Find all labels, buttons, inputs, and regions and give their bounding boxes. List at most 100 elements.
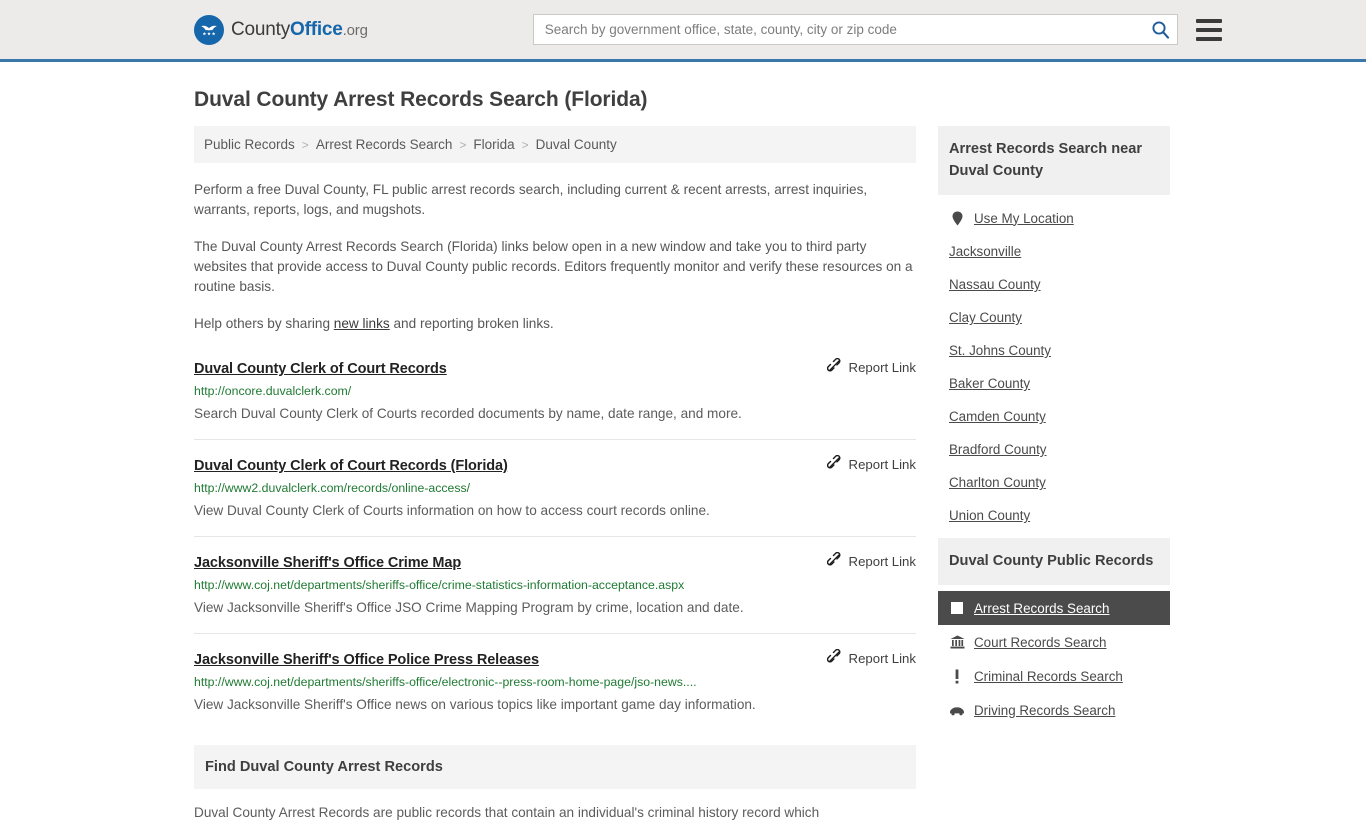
result-header: Jacksonville Sheriff's Office Police Pre… bbox=[194, 648, 916, 668]
report-link-button[interactable]: Report Link bbox=[826, 648, 916, 667]
brand-part-org: .org bbox=[342, 21, 368, 39]
sidebar-nearby-title: Arrest Records Search near Duval County bbox=[938, 126, 1170, 195]
search-bar bbox=[532, 14, 1178, 45]
sidebar-item-nassau-county[interactable]: Nassau County bbox=[938, 268, 1170, 301]
sidebar-item-label: Camden County bbox=[949, 409, 1046, 424]
sidebar-item-bradford-county[interactable]: Bradford County bbox=[938, 433, 1170, 466]
sidebar-item-arrest-records-search[interactable]: Arrest Records Search bbox=[938, 591, 1170, 625]
result-description: Search Duval County Clerk of Courts reco… bbox=[194, 406, 742, 421]
breadcrumb-separator: > bbox=[301, 137, 309, 152]
report-link-label: Report Link bbox=[848, 650, 916, 666]
result-title-link[interactable]: Duval County Clerk of Court Records (Flo… bbox=[194, 458, 508, 474]
sidebar-item-jacksonville[interactable]: Jacksonville bbox=[938, 235, 1170, 268]
sidebar-item-label: St. Johns County bbox=[949, 343, 1051, 358]
sidebar-item-st-johns-county[interactable]: St. Johns County bbox=[938, 334, 1170, 367]
report-link-label: Report Link bbox=[848, 456, 916, 472]
search-input[interactable] bbox=[532, 14, 1178, 45]
result-header: Jacksonville Sheriff's Office Crime Map … bbox=[194, 551, 916, 571]
brand-part-county: County bbox=[231, 18, 291, 40]
sidebar-item-label: Use My Location bbox=[974, 210, 1074, 226]
sidebar-item-label: Clay County bbox=[949, 310, 1022, 325]
intro-paragraph-3: Help others by sharing new links and rep… bbox=[194, 314, 916, 334]
hamburger-bar bbox=[1195, 27, 1222, 32]
brand-part-office: Office bbox=[290, 18, 343, 40]
result-description: View Duval County Clerk of Courts inform… bbox=[194, 503, 710, 518]
report-link-button[interactable]: Report Link bbox=[826, 551, 916, 570]
main-column: Public Records > Arrest Records Search >… bbox=[194, 126, 916, 823]
sidebar-item-charlton-county[interactable]: Charlton County bbox=[938, 466, 1170, 499]
sidebar-public-records-list: Arrest Records Search Court Records Sear… bbox=[938, 585, 1170, 727]
result-title-link[interactable]: Jacksonville Sheriff's Office Police Pre… bbox=[194, 652, 539, 668]
result-item: Duval County Clerk of Court Records Repo… bbox=[194, 357, 916, 440]
sidebar-public-records-title: Duval County Public Records bbox=[938, 538, 1170, 585]
eagle-seal-icon bbox=[194, 14, 224, 45]
result-description: View Jacksonville Sheriff's Office news … bbox=[194, 697, 756, 712]
broken-link-icon bbox=[826, 551, 842, 570]
result-header: Duval County Clerk of Court Records (Flo… bbox=[194, 454, 916, 474]
exclamation-icon bbox=[949, 668, 965, 684]
sidebar-item-label: Charlton County bbox=[949, 475, 1046, 490]
sidebar-item-driving-records-search[interactable]: Driving Records Search bbox=[938, 693, 1170, 727]
breadcrumb: Public Records > Arrest Records Search >… bbox=[194, 126, 916, 163]
result-description: View Jacksonville Sheriff's Office JSO C… bbox=[194, 600, 744, 615]
result-header: Duval County Clerk of Court Records Repo… bbox=[194, 357, 916, 377]
find-records-heading: Find Duval County Arrest Records bbox=[194, 745, 916, 789]
result-item: Jacksonville Sheriff's Office Crime Map … bbox=[194, 551, 916, 634]
new-links-link[interactable]: new links bbox=[334, 316, 390, 331]
courthouse-icon bbox=[949, 634, 965, 650]
result-title-link[interactable]: Duval County Clerk of Court Records bbox=[194, 361, 447, 377]
report-link-label: Report Link bbox=[848, 359, 916, 375]
page-title: Duval County Arrest Records Search (Flor… bbox=[194, 88, 648, 111]
result-url[interactable]: http://www2.duvalclerk.com/records/onlin… bbox=[194, 481, 916, 496]
sidebar-item-label: Baker County bbox=[949, 376, 1031, 391]
sidebar-item-camden-county[interactable]: Camden County bbox=[938, 400, 1170, 433]
hamburger-menu-icon[interactable] bbox=[1195, 18, 1222, 41]
breadcrumb-separator: > bbox=[521, 137, 529, 152]
sidebar-card-nearby: Arrest Records Search near Duval County … bbox=[938, 126, 1170, 532]
site-header: CountyOffice.org bbox=[0, 0, 1366, 62]
sidebar-item-use-my-location[interactable]: Use My Location bbox=[938, 201, 1170, 235]
broken-link-icon bbox=[826, 454, 842, 473]
report-link-button[interactable]: Report Link bbox=[826, 357, 916, 376]
broken-link-icon bbox=[826, 357, 842, 376]
sidebar-item-label: Bradford County bbox=[949, 442, 1047, 457]
breadcrumb-item-public-records[interactable]: Public Records bbox=[204, 137, 295, 152]
result-url[interactable]: http://oncore.duvalclerk.com/ bbox=[194, 384, 916, 399]
result-title-link[interactable]: Jacksonville Sheriff's Office Crime Map bbox=[194, 555, 461, 571]
result-item: Duval County Clerk of Court Records (Flo… bbox=[194, 454, 916, 537]
result-url[interactable]: http://www.coj.net/departments/sheriffs-… bbox=[194, 578, 916, 593]
breadcrumb-item-arrest-records-search[interactable]: Arrest Records Search bbox=[316, 137, 453, 152]
result-item: Jacksonville Sheriff's Office Police Pre… bbox=[194, 648, 916, 730]
sidebar-item-criminal-records-search[interactable]: Criminal Records Search bbox=[938, 659, 1170, 693]
sidebar-item-label: Court Records Search bbox=[974, 634, 1107, 650]
intro-text: Perform a free Duval County, FL public a… bbox=[194, 180, 916, 334]
find-records-body: Duval County Arrest Records are public r… bbox=[194, 805, 820, 820]
hamburger-bar bbox=[1195, 18, 1222, 23]
content-columns: Public Records > Arrest Records Search >… bbox=[194, 126, 1172, 823]
map-pin-icon bbox=[949, 210, 965, 226]
report-link-button[interactable]: Report Link bbox=[826, 454, 916, 473]
breadcrumb-item-duval-county[interactable]: Duval County bbox=[536, 137, 617, 152]
intro-p3-before: Help others by sharing bbox=[194, 316, 334, 331]
car-icon bbox=[949, 702, 965, 718]
sidebar-item-label: Jacksonville bbox=[949, 244, 1022, 259]
sidebar-item-clay-county[interactable]: Clay County bbox=[938, 301, 1170, 334]
sidebar-item-label: Nassau County bbox=[949, 277, 1041, 292]
search-button[interactable] bbox=[1148, 17, 1174, 42]
broken-link-icon bbox=[826, 648, 842, 667]
result-list: Duval County Clerk of Court Records Repo… bbox=[194, 357, 916, 730]
intro-paragraph-1: Perform a free Duval County, FL public a… bbox=[194, 182, 868, 217]
sidebar-item-court-records-search[interactable]: Court Records Search bbox=[938, 625, 1170, 659]
site-logo[interactable]: CountyOffice.org bbox=[194, 14, 368, 45]
page-container: Duval County Arrest Records Search (Flor… bbox=[0, 62, 1366, 823]
breadcrumb-item-florida[interactable]: Florida bbox=[473, 137, 514, 152]
sidebar-nearby-list: Use My Location Jacksonville Nassau Coun… bbox=[938, 195, 1170, 532]
site-logo-text: CountyOffice.org bbox=[231, 19, 368, 41]
sidebar-item-union-county[interactable]: Union County bbox=[938, 499, 1170, 532]
sidebar: Arrest Records Search near Duval County … bbox=[938, 126, 1170, 733]
result-url[interactable]: http://www.coj.net/departments/sheriffs-… bbox=[194, 675, 916, 690]
sidebar-card-public-records: Duval County Public Records Arrest Recor… bbox=[938, 538, 1170, 727]
intro-p3-after: and reporting broken links. bbox=[389, 316, 554, 331]
sidebar-item-baker-county[interactable]: Baker County bbox=[938, 367, 1170, 400]
sidebar-item-label: Criminal Records Search bbox=[974, 668, 1123, 684]
